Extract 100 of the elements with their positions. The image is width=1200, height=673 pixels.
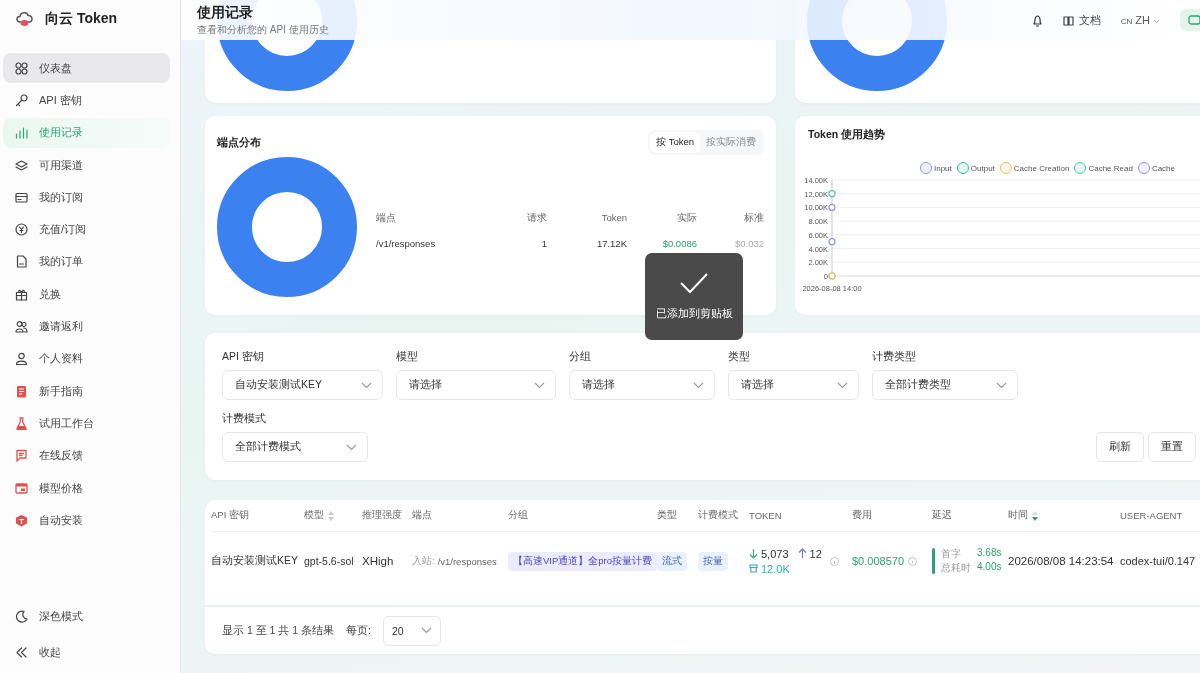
- gift-icon: [15, 287, 28, 301]
- grid-icon: [15, 61, 28, 75]
- book-icon: [15, 384, 28, 398]
- group-tag: 【高速VIP通道】全pro按量计费: [508, 551, 658, 571]
- input-tokens: 5,073: [761, 547, 789, 560]
- latency-label: 首字: [941, 547, 962, 561]
- select-field[interactable]: 全部计费模式: [222, 432, 368, 462]
- legend-item[interactable]: Cache: [1137, 162, 1175, 174]
- select-field[interactable]: 请选择: [569, 370, 715, 400]
- column-header[interactable]: 时间: [1008, 509, 1120, 522]
- sidebar-item[interactable]: 充值/订阅: [3, 214, 170, 245]
- column-header: 分组: [508, 509, 529, 522]
- card-title: 端点分布: [217, 135, 261, 150]
- layers-icon: [15, 158, 28, 172]
- legend-item[interactable]: Output: [956, 162, 995, 174]
- sidebar-item[interactable]: 可用渠道: [3, 149, 170, 181]
- sidebar-item[interactable]: 自动安装: [3, 505, 170, 536]
- bell-icon: [1031, 13, 1043, 27]
- up-arrow-icon: [797, 548, 807, 559]
- field-label: 分组: [569, 350, 592, 364]
- info-icon: [829, 556, 839, 566]
- field-label: 模型: [396, 350, 419, 364]
- data-point: [828, 238, 836, 246]
- select-field[interactable]: 请选择: [396, 370, 556, 400]
- sidebar-item[interactable]: 兑换: [3, 279, 170, 310]
- legend-item[interactable]: Cache Creation: [999, 162, 1070, 174]
- sidebar-item[interactable]: 我的订单: [3, 246, 170, 278]
- field-label: 计费类型: [872, 350, 917, 364]
- column-header: Token: [600, 211, 627, 225]
- sidebar-item[interactable]: 模型价格: [3, 472, 170, 504]
- select-field[interactable]: 全部计费类型: [872, 370, 1018, 400]
- card-icon: [15, 190, 28, 204]
- toggle-option[interactable]: 按实际消费: [700, 132, 762, 153]
- sidebar-item[interactable]: 在线反馈: [3, 440, 170, 471]
- field-label: 类型: [728, 350, 751, 364]
- latency-value: 3.68s: [977, 547, 1002, 560]
- sidebar-item[interactable]: 深色模式: [3, 601, 170, 632]
- table-cell-text: /v1/responses: [376, 237, 437, 249]
- table-cell-text: gpt-5.6-sol: [304, 555, 355, 567]
- action-button[interactable]: 重置: [1148, 432, 1196, 462]
- box-icon: [749, 563, 758, 574]
- endpoint-label: 入站:: [412, 554, 435, 568]
- chevron-icon: [534, 381, 545, 389]
- app-name: 向云 Token: [45, 10, 118, 28]
- sidebar-item[interactable]: 新手指南: [3, 375, 170, 407]
- endpoint-path: /v1/responses: [437, 555, 497, 567]
- table-cell-text: 17.12K: [595, 237, 627, 249]
- chat-icon: [15, 449, 28, 463]
- page-title: 使用记录: [197, 3, 254, 22]
- sidebar-item[interactable]: 仪表盘: [3, 53, 170, 84]
- column-header[interactable]: 模型: [304, 509, 362, 522]
- action-button[interactable]: 刷新: [1096, 432, 1144, 462]
- column-header: 标准: [743, 211, 764, 225]
- document-icon: [15, 255, 28, 269]
- table-cell-text: $0.0086: [661, 237, 697, 249]
- sidebar-item[interactable]: 个人资料: [3, 343, 170, 374]
- sidebar-item[interactable]: API 密钥: [3, 85, 170, 116]
- output-tokens: 12: [809, 547, 822, 560]
- table-cell-text: XHigh: [362, 555, 395, 567]
- cloud-logo-icon: [15, 9, 35, 29]
- sidebar-item[interactable]: 收起: [3, 637, 170, 668]
- column-header: API 密钥: [211, 509, 250, 522]
- latency-value: 4.00s: [977, 561, 1002, 574]
- docs-link[interactable]: 文档: [1062, 12, 1101, 28]
- sidebar-item[interactable]: 我的订阅: [3, 182, 170, 213]
- sidebar-item[interactable]: 邀请返利: [3, 311, 170, 342]
- table-cell-text: codex-tui/0.147: [1120, 555, 1197, 567]
- chevron-icon: [361, 381, 372, 389]
- table-cell-text: 1: [540, 237, 547, 249]
- column-header: 实际: [676, 211, 697, 225]
- field-label: API 密钥: [222, 350, 265, 364]
- language-switcher[interactable]: CN ZH: [1120, 14, 1160, 26]
- page-size-select[interactable]: 20: [382, 615, 441, 646]
- column-header: 端点: [412, 509, 433, 522]
- table-cell-text: 2026/08/08 14:23:54: [1008, 555, 1115, 567]
- chevron-icon: [1153, 19, 1160, 24]
- yen-circle-icon: [15, 223, 28, 237]
- wallet-icon: [1188, 15, 1200, 25]
- wallet-button[interactable]: [1180, 9, 1200, 31]
- key-icon: [15, 93, 28, 107]
- select-field[interactable]: 请选择: [728, 370, 859, 400]
- chevron-icon: [837, 381, 848, 389]
- select-field[interactable]: 自动安装测试KEY: [222, 370, 383, 400]
- legend-item[interactable]: Cache Read: [1074, 162, 1133, 174]
- cache-tokens: 12.0K: [761, 562, 790, 575]
- legend-item[interactable]: Input: [920, 162, 952, 174]
- table-cell-text: $0.032: [733, 237, 764, 249]
- window-icon: [15, 481, 28, 495]
- page-subtitle: 查看和分析您的 API 使用历史: [197, 22, 329, 37]
- column-header: 类型: [657, 509, 678, 522]
- field-label: 计费模式: [222, 412, 267, 426]
- sidebar-item[interactable]: 试用工作台: [3, 408, 170, 439]
- checkmark-icon: [679, 272, 709, 294]
- bar-chart-icon: [15, 126, 28, 140]
- latency-label: 总耗时: [941, 561, 971, 575]
- toggle-option[interactable]: 按 Token: [650, 132, 700, 153]
- field-label: 每页:: [346, 623, 371, 638]
- info-icon: [908, 556, 917, 566]
- chevron-icon: [693, 381, 704, 389]
- chevron-icon: [996, 381, 1007, 389]
